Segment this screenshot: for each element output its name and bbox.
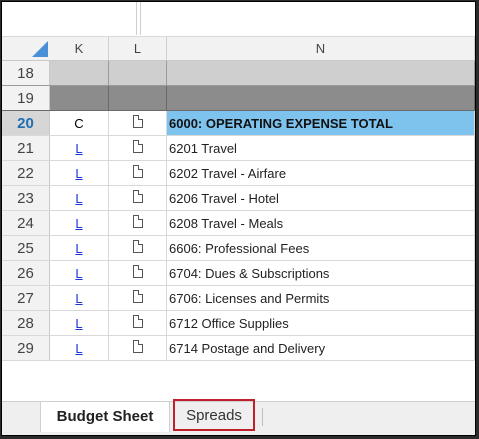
table-row: 20 C 6000: OPERATING EXPENSE TOTAL <box>2 111 475 136</box>
line-link[interactable]: L <box>75 266 82 281</box>
table-row: 18 <box>2 61 475 86</box>
line-link[interactable]: L <box>75 191 82 206</box>
cell-l[interactable] <box>109 286 167 310</box>
row-number[interactable]: 20 <box>2 111 50 135</box>
row-number[interactable]: 18 <box>2 61 50 85</box>
account-name-cell[interactable] <box>167 61 475 85</box>
cell-l[interactable] <box>109 61 167 85</box>
column-header-n[interactable]: N <box>167 37 475 60</box>
row-number[interactable]: 28 <box>2 311 50 335</box>
cell-l[interactable] <box>109 336 167 360</box>
column-header-row: K L N <box>2 37 475 61</box>
tab-budget-sheet[interactable]: Budget Sheet <box>40 402 170 432</box>
cell-l[interactable] <box>109 111 167 135</box>
cell-l[interactable] <box>109 86 167 110</box>
sheet-tab-bar: Budget Sheet Spreads <box>2 399 475 435</box>
account-name-cell[interactable]: 6201 Travel <box>167 136 475 160</box>
cell-k[interactable]: L <box>50 161 109 185</box>
line-link[interactable]: L <box>75 166 82 181</box>
spreadsheet-window: K L N 18 19 20 C 6000: OPERATING EXPENSE TOT… <box>1 1 476 436</box>
document-icon[interactable] <box>132 315 143 329</box>
column-header-l[interactable]: L <box>109 37 167 60</box>
account-name-cell[interactable]: 6712 Office Supplies <box>167 311 475 335</box>
document-icon[interactable] <box>132 140 143 154</box>
cell-l[interactable] <box>109 161 167 185</box>
cell-l[interactable] <box>109 311 167 335</box>
row-number[interactable]: 22 <box>2 161 50 185</box>
document-icon[interactable] <box>132 215 143 229</box>
cell-k[interactable]: L <box>50 211 109 235</box>
table-row: 21 L 6201 Travel <box>2 136 475 161</box>
select-all-icon <box>32 41 48 57</box>
name-box[interactable] <box>2 2 137 35</box>
table-row: 29 L 6714 Postage and Delivery <box>2 336 475 361</box>
account-name-cell[interactable]: 6000: OPERATING EXPENSE TOTAL <box>167 111 475 135</box>
cell-k[interactable] <box>50 61 109 85</box>
cell-l[interactable] <box>109 211 167 235</box>
table-row: 25 L 6606: Professional Fees <box>2 236 475 261</box>
account-name-cell[interactable] <box>167 86 475 110</box>
line-link[interactable]: L <box>75 141 82 156</box>
account-name-cell[interactable]: 6206 Travel - Hotel <box>167 186 475 210</box>
document-icon[interactable] <box>132 290 143 304</box>
document-icon[interactable] <box>132 165 143 179</box>
account-name-cell[interactable]: 6606: Professional Fees <box>167 236 475 260</box>
cell-k[interactable]: L <box>50 336 109 360</box>
cell-k[interactable]: L <box>50 236 109 260</box>
tab-spreads[interactable]: Spreads <box>173 399 255 431</box>
table-row: 26 L 6704: Dues & Subscriptions <box>2 261 475 286</box>
table-row: 28 L 6712 Office Supplies <box>2 311 475 336</box>
account-name-cell[interactable]: 6208 Travel - Meals <box>167 211 475 235</box>
document-icon[interactable] <box>132 265 143 279</box>
row-number[interactable]: 27 <box>2 286 50 310</box>
account-name-cell[interactable]: 6706: Licenses and Permits <box>167 286 475 310</box>
row-number[interactable]: 23 <box>2 186 50 210</box>
row-number[interactable]: 26 <box>2 261 50 285</box>
cell-k[interactable]: L <box>50 136 109 160</box>
cell-k[interactable]: L <box>50 286 109 310</box>
row-number[interactable]: 21 <box>2 136 50 160</box>
row-number[interactable]: 24 <box>2 211 50 235</box>
document-icon[interactable] <box>132 240 143 254</box>
category-code: C <box>74 116 84 131</box>
line-link[interactable]: L <box>75 216 82 231</box>
cell-k[interactable]: L <box>50 186 109 210</box>
line-link[interactable]: L <box>75 316 82 331</box>
account-name-cell[interactable]: 6704: Dues & Subscriptions <box>167 261 475 285</box>
line-link[interactable]: L <box>75 341 82 356</box>
table-row: 22 L 6202 Travel - Airfare <box>2 161 475 186</box>
account-name-cell[interactable]: 6202 Travel - Airfare <box>167 161 475 185</box>
line-link[interactable]: L <box>75 241 82 256</box>
document-icon[interactable] <box>132 340 143 354</box>
account-name-cell[interactable]: 6714 Postage and Delivery <box>167 336 475 360</box>
tab-divider <box>262 408 263 426</box>
table-row: 23 L 6206 Travel - Hotel <box>2 186 475 211</box>
cell-k[interactable]: L <box>50 311 109 335</box>
table-row: 27 L 6706: Licenses and Permits <box>2 286 475 311</box>
row-number[interactable]: 25 <box>2 236 50 260</box>
cell-l[interactable] <box>109 261 167 285</box>
row-number[interactable]: 19 <box>2 86 50 110</box>
formula-bar <box>2 2 475 37</box>
table-row: 19 <box>2 86 475 111</box>
cell-k[interactable] <box>50 86 109 110</box>
sheet-grid: K L N 18 19 20 C 6000: OPERATING EXPENSE TOT… <box>2 37 475 361</box>
cell-l[interactable] <box>109 236 167 260</box>
line-link[interactable]: L <box>75 291 82 306</box>
formula-separator <box>140 2 141 35</box>
document-icon[interactable] <box>132 190 143 204</box>
column-header-k[interactable]: K <box>50 37 109 60</box>
cell-l[interactable] <box>109 186 167 210</box>
cell-k[interactable]: L <box>50 261 109 285</box>
document-icon[interactable] <box>132 115 143 129</box>
table-row: 24 L 6208 Travel - Meals <box>2 211 475 236</box>
row-number[interactable]: 29 <box>2 336 50 360</box>
cell-k[interactable]: C <box>50 111 109 135</box>
cell-l[interactable] <box>109 136 167 160</box>
select-all-corner[interactable] <box>2 37 50 60</box>
